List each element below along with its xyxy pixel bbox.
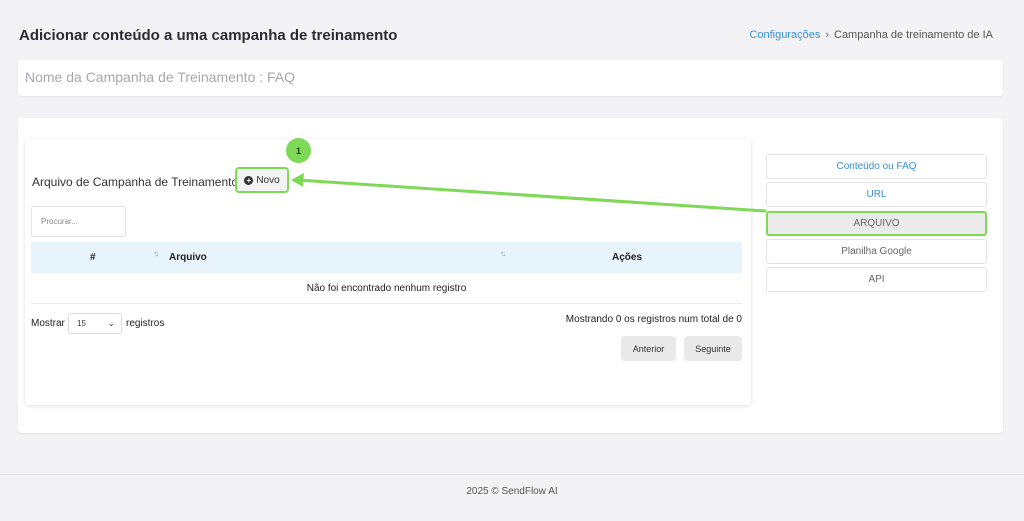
- breadcrumb-link-configuracoes[interactable]: Configurações: [749, 29, 820, 41]
- table-header: # ↑↓ Arquivo ↑↓ Ações: [31, 242, 742, 273]
- page-title: Adicionar conteúdo a uma campanha de tre…: [19, 27, 398, 44]
- content-type-google-sheet[interactable]: Planilha Google: [766, 239, 987, 264]
- content-type-api[interactable]: API: [766, 267, 987, 292]
- breadcrumb: Configurações › Campanha de treinamento de…: [749, 29, 993, 41]
- column-header-number[interactable]: #: [90, 252, 96, 263]
- page-length-value: 15: [77, 319, 86, 328]
- table-info: Mostrando 0 os registros num total de 0: [565, 314, 742, 325]
- column-header-acoes: Ações: [612, 252, 643, 263]
- sort-icon[interactable]: ↑↓: [500, 249, 506, 258]
- chevron-down-icon: ⌄: [107, 318, 115, 328]
- previous-page-button[interactable]: Anterior: [621, 336, 676, 361]
- next-page-button[interactable]: Seguinte: [684, 336, 742, 361]
- empty-table-message: Não foi encontrado nenhum registro: [306, 283, 467, 294]
- new-file-button-label: Novo: [256, 174, 280, 186]
- page-length-select[interactable]: 15 ⌄: [68, 313, 122, 334]
- campaign-name: Nome da Campanha de Treinamento : FAQ: [25, 69, 296, 85]
- search-input[interactable]: [31, 206, 126, 237]
- breadcrumb-current: Campanha de treinamento de IA: [834, 29, 993, 41]
- table-divider: [31, 303, 742, 304]
- column-header-arquivo[interactable]: Arquivo: [169, 252, 207, 263]
- length-prefix-label: Mostrar: [31, 318, 65, 329]
- file-section-title: Arquivo de Campanha de Treinamento: [32, 175, 239, 189]
- new-file-button[interactable]: + Novo: [235, 167, 289, 193]
- content-type-faq[interactable]: Conteúdo ou FAQ: [766, 154, 987, 179]
- step-badge: 1: [286, 138, 311, 163]
- length-suffix-label: registros: [126, 318, 165, 329]
- breadcrumb-separator: ›: [825, 29, 829, 41]
- content-type-url[interactable]: URL: [766, 182, 987, 207]
- plus-circle-icon: +: [244, 175, 254, 185]
- content-type-arquivo[interactable]: ARQUIVO: [766, 211, 987, 236]
- sort-icon[interactable]: ↑↓: [153, 249, 159, 258]
- footer-divider: [0, 474, 1024, 475]
- footer-copyright: 2025 © SendFlow AI: [466, 486, 558, 497]
- campaign-name-card: Nome da Campanha de Treinamento : FAQ: [18, 60, 1003, 96]
